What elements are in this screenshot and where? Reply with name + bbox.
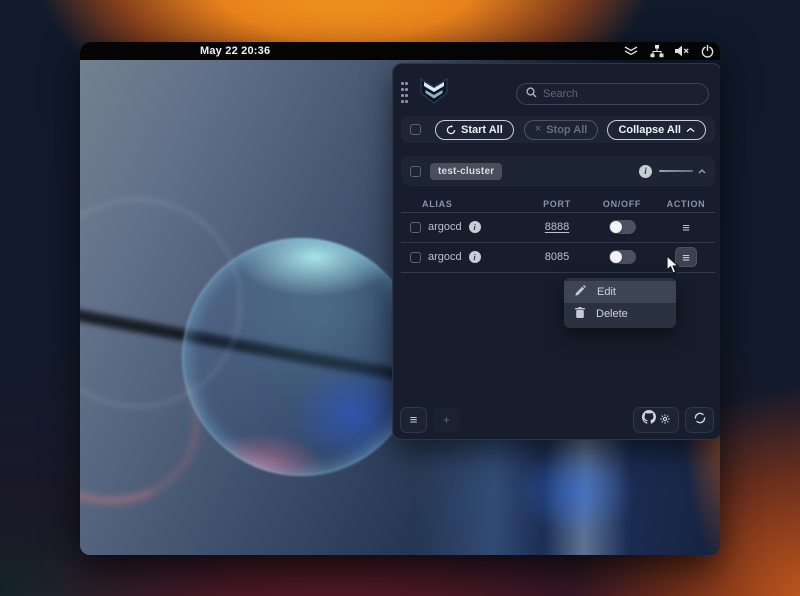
row-info-icon[interactable]: i	[469, 221, 481, 233]
github-sync-button[interactable]	[633, 407, 679, 433]
mouse-cursor	[666, 255, 681, 280]
port-value[interactable]: 8888	[527, 221, 587, 233]
kftray-logo-icon	[417, 76, 451, 111]
refresh-icon	[446, 125, 456, 135]
context-menu-item-edit[interactable]: Edit	[564, 281, 676, 303]
header-action: ACTION	[657, 199, 715, 209]
collapse-all-label: Collapse All	[618, 124, 681, 136]
bottom-toolbar: ≡ +	[400, 406, 714, 433]
bulk-actions-row: Start All × Stop All Collapse All	[401, 116, 715, 143]
cluster-row[interactable]: test-cluster i	[401, 156, 715, 186]
search-icon	[526, 85, 537, 103]
alias-label: argocd	[428, 221, 462, 233]
alias-label: argocd	[428, 251, 462, 263]
desktop-wallpaper: { "menubar": { "clock": "May 22 20:36" }…	[0, 0, 800, 596]
row-info-icon[interactable]: i	[469, 251, 481, 263]
power-icon[interactable]	[701, 45, 714, 58]
header-onoff: ON/OFF	[587, 199, 657, 209]
menubar-tray	[623, 42, 714, 60]
header-port: PORT	[527, 199, 587, 209]
stop-all-label: Stop All	[546, 124, 587, 136]
chevron-up-icon	[686, 127, 695, 133]
row-actions-menu-icon: ≡	[682, 251, 690, 264]
cluster-collapse-icon[interactable]	[698, 169, 706, 174]
context-menu-label: Edit	[597, 286, 616, 298]
menubar-clock: May 22 20:36	[200, 42, 270, 60]
network-icon[interactable]	[650, 45, 664, 58]
header-alias: ALIAS	[401, 199, 527, 209]
table-header: ALIAS PORT ON/OFF ACTION	[401, 195, 715, 212]
wallpaper-bubble	[182, 238, 420, 476]
onoff-toggle[interactable]	[609, 250, 636, 264]
auto-import-button[interactable]	[685, 407, 714, 433]
context-menu-item-delete[interactable]: Delete	[564, 303, 676, 325]
search-input[interactable]	[543, 88, 699, 100]
hamburger-icon: ≡	[410, 413, 418, 426]
collapse-all-button[interactable]: Collapse All	[607, 120, 706, 140]
stop-icon: ×	[535, 124, 541, 135]
row-checkbox[interactable]	[410, 222, 421, 233]
toggle-knob	[610, 251, 622, 263]
gear-icon	[660, 411, 670, 429]
start-all-label: Start All	[461, 124, 503, 136]
cluster-name-badge: test-cluster	[430, 163, 502, 180]
kftray-panel: Start All × Stop All Collapse All test-c…	[392, 63, 720, 440]
wallpaper-ring	[80, 198, 242, 408]
vm-screen: May 22 20:36	[80, 42, 720, 555]
sync-icon	[694, 411, 706, 429]
wallpaper-blue-spot	[516, 447, 636, 537]
trash-icon	[575, 307, 585, 321]
context-menu-label: Delete	[596, 308, 628, 320]
table-row: argocd i 8888 ≡	[401, 212, 715, 242]
row-checkbox[interactable]	[410, 252, 421, 263]
cluster-checkbox[interactable]	[410, 166, 421, 177]
context-menu: Edit Delete	[564, 278, 676, 328]
cluster-info-icon[interactable]: i	[639, 165, 652, 178]
kftray-tray-icon[interactable]	[623, 45, 639, 58]
github-icon	[642, 410, 656, 429]
pencil-icon	[575, 285, 586, 299]
volume-muted-icon[interactable]	[675, 45, 690, 57]
drag-handle[interactable]	[401, 82, 409, 106]
port-value[interactable]: 8085	[527, 251, 587, 263]
plus-icon: +	[443, 413, 450, 427]
row-actions-menu-icon[interactable]: ≡	[682, 221, 690, 234]
onoff-toggle[interactable]	[609, 220, 636, 234]
start-all-button[interactable]: Start All	[435, 120, 514, 140]
main-menu-button[interactable]: ≡	[400, 407, 427, 433]
stop-all-button[interactable]: × Stop All	[524, 120, 599, 140]
search-box	[516, 83, 709, 105]
menu-bar: May 22 20:36	[80, 42, 720, 60]
select-all-checkbox[interactable]	[410, 124, 421, 135]
wallpaper-pink-arc	[80, 307, 222, 527]
add-config-button[interactable]: +	[433, 407, 460, 433]
toggle-knob	[610, 221, 622, 233]
cluster-trend-line	[659, 170, 693, 172]
